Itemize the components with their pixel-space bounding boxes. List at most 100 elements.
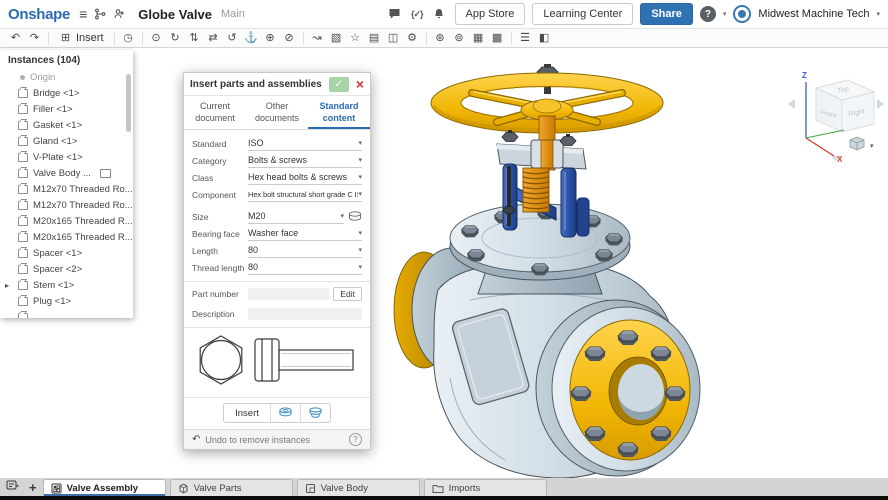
history-icon[interactable]: ◷: [119, 29, 138, 47]
list-item[interactable]: Spacer <1>: [0, 245, 133, 261]
graphics-canvas[interactable]: Top Front Right Z X ▾ Instances (104) Or…: [0, 48, 888, 478]
help-icon[interactable]: ?: [699, 6, 716, 22]
tab-current-document[interactable]: Current document: [184, 96, 246, 129]
thread-length-select[interactable]: 80 ▾: [248, 260, 362, 276]
tab-valve-body[interactable]: Valve Body: [296, 479, 420, 496]
part-icon: [18, 168, 28, 178]
class-select[interactable]: Hex head bolts & screws ▾: [248, 170, 362, 186]
insert-orientation-b-button[interactable]: [299, 404, 330, 423]
expand-chevron-icon[interactable]: ▸: [5, 281, 9, 290]
redo-icon[interactable]: ↷: [25, 29, 44, 47]
slider-mate-icon[interactable]: ⇅: [185, 29, 204, 47]
insert-part-button[interactable]: Insert: [224, 404, 270, 422]
assembly-features-icon[interactable]: ⚙: [403, 29, 422, 47]
revolute-mate-icon[interactable]: ↻: [166, 29, 185, 47]
list-item[interactable]: Spacer <2>: [0, 261, 133, 277]
list-item[interactable]: M20x165 Threaded R...: [0, 229, 133, 245]
description-row: Description: [192, 305, 362, 322]
part-studio-icon: [305, 483, 315, 493]
planar-mate-icon[interactable]: ⇄: [204, 29, 223, 47]
tab-valve-assembly[interactable]: Valve Assembly: [42, 479, 166, 496]
list-item[interactable]: M12x70 Threaded Ro...: [0, 181, 133, 197]
notifications-bell-icon[interactable]: [433, 8, 445, 20]
search-tabs-icon[interactable]: [6, 478, 19, 496]
toolbar-divider: [425, 31, 427, 45]
length-select[interactable]: 80 ▾: [248, 243, 362, 259]
named-views-icon[interactable]: ☆: [346, 29, 365, 47]
list-item[interactable]: Gland <1>: [0, 133, 133, 149]
named-positions-icon[interactable]: ◫: [384, 29, 403, 47]
tab-bar-tools: +: [0, 478, 43, 496]
part-icon: [18, 136, 28, 146]
bolt-preview-icon[interactable]: [348, 211, 362, 222]
new-tab-icon[interactable]: +: [29, 481, 37, 494]
list-item[interactable]: Plug <1>: [0, 293, 133, 309]
display-states-icon[interactable]: ▤: [365, 29, 384, 47]
dialog-divider: [184, 281, 370, 283]
list-item[interactable]: V-Plate <1>: [0, 149, 133, 165]
tab-other-documents[interactable]: Other documents: [246, 96, 308, 129]
list-item[interactable]: [0, 309, 133, 318]
tab-valve-parts[interactable]: Valve Parts: [169, 479, 293, 496]
tab-imports[interactable]: Imports: [423, 479, 547, 496]
accept-button[interactable]: ✓: [328, 76, 349, 92]
versions-icon[interactable]: [94, 8, 106, 20]
component-select[interactable]: Hex bolt structural short grade C ISC ▾: [248, 187, 362, 203]
rack-pinion-relation-icon[interactable]: ▦: [469, 29, 488, 47]
explode-view-icon[interactable]: ▧: [327, 29, 346, 47]
list-item[interactable]: M20x165 Threaded R...: [0, 213, 133, 229]
undo-icon[interactable]: ↶: [6, 29, 25, 47]
list-item[interactable]: M12x70 Threaded Ro...: [0, 197, 133, 213]
replicate-icon[interactable]: ▩: [488, 29, 507, 47]
ball-mate-icon[interactable]: ⊕: [261, 29, 280, 47]
list-item-valve-body[interactable]: Valve Body ...: [0, 165, 133, 181]
list-item[interactable]: Gasket <1>: [0, 117, 133, 133]
insert-button[interactable]: ⊞ Insert: [53, 29, 110, 47]
pin-slot-mate-icon[interactable]: ⊘: [280, 29, 299, 47]
help-caret-icon[interactable]: ▾: [723, 10, 727, 18]
field-category: Category Bolts & screws ▾: [192, 152, 362, 169]
footer-help-icon[interactable]: ?: [349, 433, 362, 447]
view-options-cube-icon[interactable]: [849, 136, 865, 151]
description-input[interactable]: [248, 307, 362, 320]
user-name[interactable]: Midwest Machine Tech: [758, 8, 869, 20]
globe-valve-model[interactable]: [0, 48, 888, 478]
cylindrical-mate-icon[interactable]: ↺: [223, 29, 242, 47]
close-icon[interactable]: ×: [356, 77, 364, 91]
share-button[interactable]: Share: [640, 3, 693, 25]
rotate-left-arrow-icon[interactable]: [788, 99, 795, 109]
main-menu-icon[interactable]: ≡: [79, 6, 87, 22]
share-users-icon[interactable]: [113, 8, 125, 20]
measure-icon[interactable]: ◧: [535, 29, 554, 47]
bom-icon[interactable]: ☰: [516, 29, 535, 47]
size-select[interactable]: M20 ▾: [248, 209, 344, 225]
part-number-input[interactable]: [248, 287, 330, 300]
view-options-caret-icon[interactable]: ▾: [870, 143, 874, 150]
snap-mode-icon[interactable]: ↝: [308, 29, 327, 47]
edit-button[interactable]: Edit: [333, 286, 362, 301]
mate-icon[interactable]: ⊙: [147, 29, 166, 47]
list-item[interactable]: Filler <1>: [0, 101, 133, 117]
bearing-face-select[interactable]: Washer face ▾: [248, 226, 362, 242]
feature-script-icon[interactable]: {✓}: [411, 9, 424, 20]
view-cube[interactable]: Top Front Right Z X ▾: [786, 66, 886, 162]
user-avatar[interactable]: [733, 5, 752, 23]
gear-relation-icon[interactable]: ⊛: [431, 29, 450, 47]
standard-select[interactable]: ISO ▾: [248, 136, 362, 152]
screw-relation-icon[interactable]: ⊚: [450, 29, 469, 47]
insert-icon: ⊞: [60, 32, 71, 44]
instances-scrollbar[interactable]: [126, 74, 131, 132]
fastened-mate-icon[interactable]: ⚓: [242, 29, 261, 47]
list-item[interactable]: Bridge <1>: [0, 85, 133, 101]
insert-orientation-a-button[interactable]: [269, 404, 300, 423]
app-store-button[interactable]: App Store: [454, 3, 526, 25]
comments-icon[interactable]: [388, 8, 401, 20]
rotate-right-arrow-icon[interactable]: [877, 99, 884, 109]
tab-standard-content[interactable]: Standard content: [308, 96, 370, 130]
list-item-origin[interactable]: Origin: [0, 69, 133, 85]
list-item-stem[interactable]: ▸ Stem <1>: [0, 277, 133, 293]
user-menu-caret-icon[interactable]: ▾: [876, 10, 880, 18]
category-select[interactable]: Bolts & screws ▾: [248, 153, 362, 169]
learning-center-button[interactable]: Learning Center: [532, 3, 634, 25]
document-tab-bar: + Valve Assembly Valve Parts Valve Body …: [0, 478, 888, 496]
